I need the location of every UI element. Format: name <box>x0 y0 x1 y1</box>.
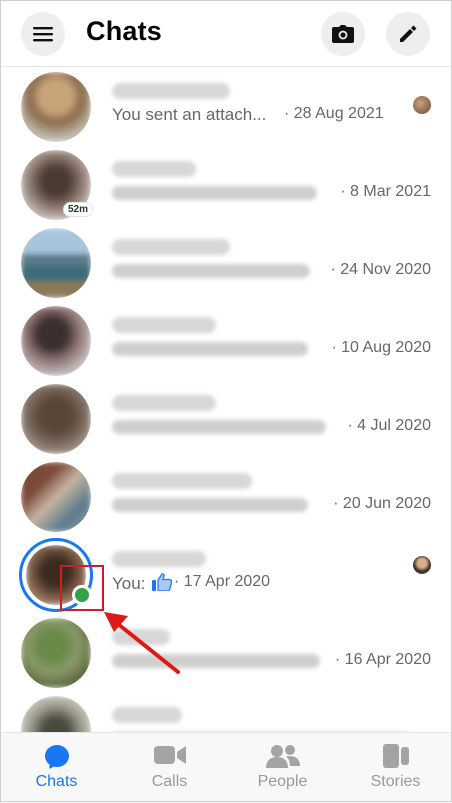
new-message-button[interactable] <box>386 12 430 56</box>
seen-avatar <box>413 96 431 114</box>
contact-name-blurred <box>112 707 182 723</box>
chat-row[interactable]: · 24 Nov 2020 <box>0 225 452 303</box>
tab-people[interactable]: People <box>226 733 339 803</box>
chat-row[interactable]: 52m · 8 Mar 2021 <box>0 147 452 225</box>
avatar <box>21 384 91 454</box>
chat-bubble-icon <box>44 745 69 769</box>
tab-stories[interactable]: Stories <box>339 733 452 803</box>
contact-name-blurred <box>112 239 230 255</box>
tab-label: Calls <box>151 773 188 790</box>
stories-icon <box>382 744 409 768</box>
chat-row[interactable]: · 20 Jun 2020 <box>0 459 452 537</box>
avatar <box>21 306 91 376</box>
contact-name-blurred <box>112 83 230 99</box>
message-preview-blurred <box>112 264 310 278</box>
tab-label: Stories <box>370 773 421 790</box>
active-time-badge: 52m <box>64 203 93 216</box>
message-preview-blurred <box>112 186 317 200</box>
menu-button[interactable] <box>21 12 65 56</box>
message-date: · 4 Jul 2020 <box>347 417 431 434</box>
message-date: · 24 Nov 2020 <box>330 261 431 278</box>
message-date: · 8 Mar 2021 <box>340 183 431 200</box>
tab-label: People <box>257 773 308 790</box>
top-bar: Chats <box>0 0 452 67</box>
contact-name-blurred <box>112 395 216 411</box>
annotation-highlight-box <box>60 565 104 611</box>
message-date: · 17 Apr 2020 <box>174 573 271 590</box>
thumbs-up-icon <box>152 573 173 592</box>
avatar <box>21 228 91 298</box>
message-preview: You: <box>112 573 173 594</box>
camera-button[interactable] <box>321 12 365 56</box>
contact-name-blurred <box>112 161 196 177</box>
contact-name-blurred <box>112 551 206 567</box>
hamburger-icon <box>33 27 53 42</box>
avatar <box>21 696 91 732</box>
preview-prefix: You: <box>112 574 146 593</box>
chat-list: You sent an attach... · 28 Aug 2021 52m … <box>0 67 452 732</box>
contact-name-blurred <box>112 317 216 333</box>
message-preview-blurred <box>112 342 308 356</box>
message-preview-blurred <box>112 654 320 668</box>
avatar <box>21 618 91 688</box>
chat-row[interactable]: · 10 Aug 2020 <box>0 303 452 381</box>
chat-row[interactable] <box>0 693 452 732</box>
message-date: · 28 Aug 2021 <box>284 105 384 122</box>
video-camera-icon <box>153 746 186 764</box>
page-title: Chats <box>86 16 163 46</box>
message-date: · 10 Aug 2020 <box>331 339 431 356</box>
bottom-tab-bar: Chats Calls People Stories <box>0 732 452 803</box>
chat-row[interactable]: You sent an attach... · 28 Aug 2021 <box>0 69 452 147</box>
tab-label: Chats <box>35 773 78 790</box>
camera-icon <box>332 25 354 43</box>
avatar <box>21 462 91 532</box>
chat-row[interactable]: · 4 Jul 2020 <box>0 381 452 459</box>
message-preview-blurred <box>112 420 326 434</box>
people-icon <box>265 745 300 768</box>
pencil-icon <box>400 25 417 42</box>
avatar <box>21 72 91 142</box>
seen-avatar <box>413 556 431 574</box>
tab-calls[interactable]: Calls <box>113 733 226 803</box>
message-preview-blurred <box>112 498 308 512</box>
chat-row[interactable]: · 16 Apr 2020 <box>0 615 452 693</box>
contact-name-blurred <box>112 629 170 645</box>
message-date: · 16 Apr 2020 <box>334 651 431 668</box>
message-date: · 20 Jun 2020 <box>333 495 431 512</box>
message-preview: You sent an attach... <box>112 105 267 124</box>
tab-chats[interactable]: Chats <box>0 733 113 803</box>
contact-name-blurred <box>112 473 252 489</box>
